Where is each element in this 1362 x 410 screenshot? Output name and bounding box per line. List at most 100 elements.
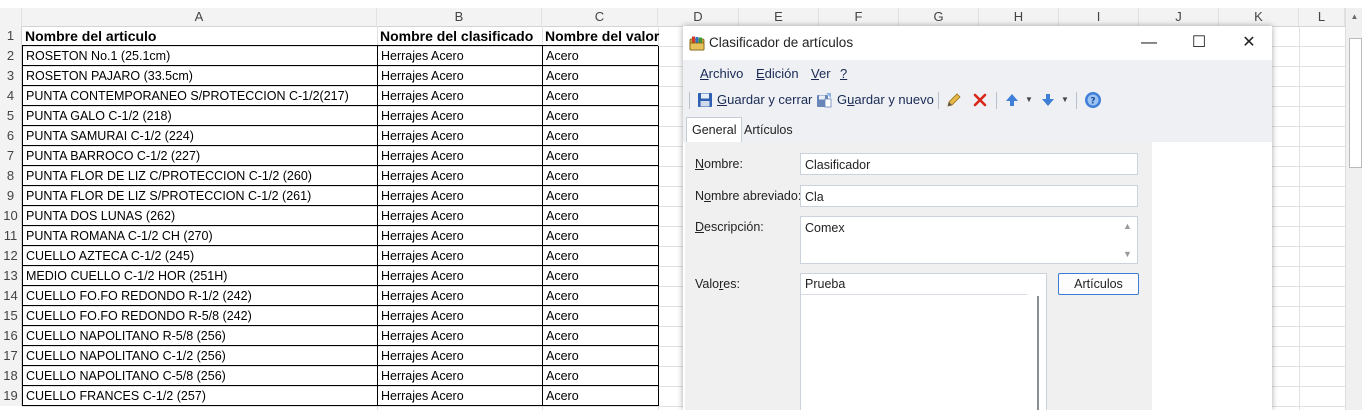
valores-list-item[interactable]: Prueba bbox=[801, 274, 1027, 295]
table-cell[interactable]: Herrajes Acero bbox=[377, 326, 543, 346]
close-button[interactable]: ✕ bbox=[1226, 26, 1272, 60]
row-header[interactable]: 3 bbox=[0, 66, 22, 86]
table-cell[interactable]: Herrajes Acero bbox=[377, 166, 543, 186]
descripcion-textarea[interactable]: Comex ▲ ▼ bbox=[800, 216, 1138, 264]
table-cell[interactable]: Acero bbox=[542, 146, 659, 166]
table-cell[interactable]: CUELLO FO.FO REDONDO R-1/2 (242) bbox=[22, 286, 378, 306]
table-cell[interactable]: Acero bbox=[542, 246, 659, 266]
row-header[interactable]: 4 bbox=[0, 86, 22, 106]
red-x-icon[interactable] bbox=[972, 92, 988, 108]
table-cell[interactable]: Herrajes Acero bbox=[377, 306, 543, 326]
table-cell[interactable]: CUELLO FRANCES C-1/2 (257) bbox=[22, 386, 378, 406]
move-down-dropdown-icon[interactable]: ▼ bbox=[1061, 86, 1069, 114]
textarea-scroll-down-icon[interactable]: ▼ bbox=[1123, 249, 1132, 259]
help-circle-icon[interactable]: ? bbox=[1084, 91, 1102, 109]
table-cell[interactable]: Acero bbox=[542, 66, 659, 86]
textarea-scroll-up-icon[interactable]: ▲ bbox=[1123, 221, 1132, 231]
row-header[interactable]: 6 bbox=[0, 126, 22, 146]
scroll-up-icon[interactable]: ▲ bbox=[1346, 10, 1362, 24]
column-header-d[interactable]: D bbox=[658, 8, 739, 26]
table-cell[interactable]: Acero bbox=[542, 366, 659, 386]
arrow-down-icon[interactable] bbox=[1040, 92, 1056, 108]
table-cell[interactable]: Herrajes Acero bbox=[377, 246, 543, 266]
articulos-button[interactable]: Artículos bbox=[1058, 273, 1139, 295]
table-cell[interactable]: Herrajes Acero bbox=[377, 386, 543, 406]
row-header[interactable]: 9 bbox=[0, 186, 22, 206]
column-header-a[interactable]: A bbox=[22, 8, 377, 26]
table-cell[interactable]: MEDIO CUELLO C-1/2 HOR (251H) bbox=[22, 266, 378, 286]
select-all-corner[interactable] bbox=[0, 8, 22, 26]
vertical-scrollbar[interactable]: ▲ bbox=[1345, 8, 1362, 410]
table-cell[interactable]: PUNTA CONTEMPORANEO S/PROTECCION C-1/2(2… bbox=[22, 86, 378, 106]
table-cell[interactable]: Herrajes Acero bbox=[377, 46, 543, 66]
table-cell[interactable]: PUNTA BARROCO C-1/2 (227) bbox=[22, 146, 378, 166]
table-cell[interactable]: Acero bbox=[542, 86, 659, 106]
row-header[interactable]: 5 bbox=[0, 106, 22, 126]
table-cell[interactable]: Acero bbox=[542, 286, 659, 306]
table-cell[interactable]: CUELLO NAPOLITANO R-5/8 (256) bbox=[22, 326, 378, 346]
table-cell[interactable]: Herrajes Acero bbox=[377, 106, 543, 126]
tab-general[interactable]: General bbox=[686, 117, 743, 143]
table-cell[interactable]: Acero bbox=[542, 166, 659, 186]
column-header-e[interactable]: E bbox=[739, 8, 819, 26]
scroll-thumb[interactable] bbox=[1349, 38, 1362, 168]
row-header[interactable]: 2 bbox=[0, 46, 22, 66]
column-header-g[interactable]: G bbox=[899, 8, 979, 26]
table-cell[interactable]: PUNTA FLOR DE LIZ S/PROTECCION C-1/2 (26… bbox=[22, 186, 378, 206]
table-cell[interactable]: PUNTA FLOR DE LIZ C/PROTECCION C-1/2 (26… bbox=[22, 166, 378, 186]
header-cell-valor[interactable]: Nombre del valor bbox=[542, 26, 682, 46]
table-cell[interactable]: Herrajes Acero bbox=[377, 286, 543, 306]
nombre-abreviado-input[interactable]: Cla bbox=[800, 185, 1138, 207]
row-header[interactable]: 11 bbox=[0, 226, 22, 246]
table-cell[interactable]: Herrajes Acero bbox=[377, 226, 543, 246]
valores-list[interactable]: Prueba bbox=[800, 273, 1047, 410]
arrow-up-icon[interactable] bbox=[1004, 92, 1020, 108]
table-cell[interactable]: ROSETON No.1 (25.1cm) bbox=[22, 46, 378, 66]
column-header-h[interactable]: H bbox=[979, 8, 1059, 26]
table-cell[interactable]: PUNTA ROMANA C-1/2 CH (270) bbox=[22, 226, 378, 246]
title-bar[interactable]: Clasificador de artículos — ☐ ✕ bbox=[683, 26, 1272, 60]
table-cell[interactable]: PUNTA SAMURAI C-1/2 (224) bbox=[22, 126, 378, 146]
maximize-button[interactable]: ☐ bbox=[1176, 26, 1222, 60]
table-cell[interactable]: Acero bbox=[542, 106, 659, 126]
table-cell[interactable]: Herrajes Acero bbox=[377, 346, 543, 366]
header-cell-articulo[interactable]: Nombre del articulo bbox=[22, 26, 377, 46]
table-cell[interactable]: Herrajes Acero bbox=[377, 86, 543, 106]
menu-edicion[interactable]: Edición bbox=[756, 60, 799, 88]
table-cell[interactable]: Acero bbox=[542, 226, 659, 246]
nombre-input[interactable]: Clasificador bbox=[800, 153, 1138, 175]
table-cell[interactable]: Acero bbox=[542, 186, 659, 206]
menu-help[interactable]: ? bbox=[840, 60, 847, 88]
valores-list-scrollbar[interactable] bbox=[1037, 296, 1039, 410]
column-header-l[interactable]: L bbox=[1299, 8, 1345, 26]
row-header[interactable]: 1 bbox=[0, 26, 22, 46]
table-cell[interactable]: Acero bbox=[542, 206, 659, 226]
column-header-i[interactable]: I bbox=[1059, 8, 1139, 26]
menu-ver[interactable]: Ver bbox=[811, 60, 831, 88]
row-header[interactable]: 15 bbox=[0, 306, 22, 326]
row-header[interactable]: 19 bbox=[0, 386, 22, 406]
row-header[interactable]: 16 bbox=[0, 326, 22, 346]
table-cell[interactable]: PUNTA GALO C-1/2 (218) bbox=[22, 106, 378, 126]
table-cell[interactable]: CUELLO NAPOLITANO C-5/8 (256) bbox=[22, 366, 378, 386]
minimize-button[interactable]: — bbox=[1126, 26, 1172, 60]
table-cell[interactable]: Acero bbox=[542, 46, 659, 66]
tab-articulos[interactable]: Artículos bbox=[739, 119, 798, 141]
row-header[interactable]: 14 bbox=[0, 286, 22, 306]
table-cell[interactable]: Herrajes Acero bbox=[377, 366, 543, 386]
table-cell[interactable]: Herrajes Acero bbox=[377, 66, 543, 86]
row-header[interactable]: 13 bbox=[0, 266, 22, 286]
row-header[interactable]: 7 bbox=[0, 146, 22, 166]
table-cell[interactable]: CUELLO NAPOLITANO C-1/2 (256) bbox=[22, 346, 378, 366]
header-cell-clasificado[interactable]: Nombre del clasificado bbox=[377, 26, 542, 46]
table-cell[interactable]: Herrajes Acero bbox=[377, 186, 543, 206]
row-header[interactable]: 18 bbox=[0, 366, 22, 386]
table-cell[interactable]: Acero bbox=[542, 126, 659, 146]
column-header-b[interactable]: B bbox=[377, 8, 542, 26]
menu-archivo[interactable]: Archivo bbox=[700, 60, 743, 88]
table-cell[interactable]: Herrajes Acero bbox=[377, 266, 543, 286]
column-header-c[interactable]: C bbox=[542, 8, 658, 26]
column-header-j[interactable]: J bbox=[1139, 8, 1219, 26]
table-cell[interactable]: Herrajes Acero bbox=[377, 206, 543, 226]
column-header-k[interactable]: K bbox=[1219, 8, 1299, 26]
